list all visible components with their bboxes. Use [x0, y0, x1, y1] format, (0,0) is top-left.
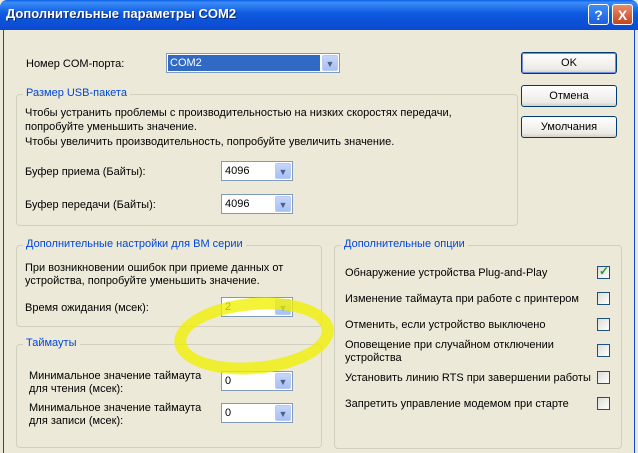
usb-desc-line3: Чтобы увеличить производительность, попр…: [25, 136, 395, 148]
tx-buffer-label: Буфер передачи (Байты):: [25, 199, 156, 211]
chevron-down-icon[interactable]: ▼: [275, 373, 291, 389]
option-surprise-removal-label-2: устройства: [345, 352, 402, 364]
option-surprise-removal-checkbox[interactable]: [597, 344, 610, 357]
help-button[interactable]: ?: [588, 4, 609, 25]
write-timeout-label-2: для записи (мсек):: [29, 415, 124, 427]
option-cancel-off-label: Отменить, если устройство выключено: [345, 319, 546, 331]
usb-packet-group: Размер USB-пакета Чтобы устранить пробле…: [16, 87, 518, 226]
usb-desc-line2: попробуйте уменьшить значение.: [25, 121, 197, 133]
rx-buffer-select[interactable]: 4096 ▼: [221, 161, 293, 181]
cancel-button[interactable]: Отмена: [521, 85, 617, 107]
option-rts-label: Установить линию RTS при завершении рабо…: [345, 372, 591, 384]
dialog-body: Номер COM-порта: COM2 ▼ OK Отмена Умолча…: [3, 30, 635, 453]
chevron-down-icon[interactable]: ▼: [275, 405, 291, 421]
rx-buffer-label: Буфер приема (Байты):: [25, 166, 146, 178]
latency-select[interactable]: 2 ▼: [221, 297, 293, 317]
read-timeout-label-1: Минимальное значение таймаута: [29, 370, 202, 382]
chevron-down-icon[interactable]: ▼: [322, 55, 338, 71]
extra-options-group: Дополнительные опции Обнаружение устройс…: [334, 238, 622, 449]
ok-button[interactable]: OK: [521, 52, 617, 74]
tx-buffer-select[interactable]: 4096 ▼: [221, 194, 293, 214]
tx-buffer-value: 4096: [225, 198, 250, 210]
read-timeout-select[interactable]: 0 ▼: [221, 371, 293, 391]
chevron-down-icon[interactable]: ▼: [275, 196, 291, 212]
option-printer-timeout-label: Изменение таймаута при работе с принтеро…: [345, 293, 579, 305]
option-pnp-checkbox[interactable]: [597, 264, 610, 279]
option-modem-control-checkbox[interactable]: [597, 397, 610, 410]
write-timeout-label-1: Минимальное значение таймаута: [29, 402, 202, 414]
write-timeout-value: 0: [225, 407, 232, 419]
com-port-select[interactable]: COM2 ▼: [166, 53, 340, 73]
option-pnp-label: Обнаружение устройства Plug-and-Play: [345, 267, 548, 279]
timeouts-group: Таймауты Минимальное значение таймаута д…: [16, 337, 322, 448]
read-timeout-label-2: для чтения (мсек):: [29, 383, 124, 395]
title-bar[interactable]: Дополнительные параметры COM2 ? X: [0, 0, 638, 30]
chevron-down-icon[interactable]: ▼: [275, 299, 291, 315]
close-button[interactable]: X: [612, 4, 633, 25]
latency-label: Время ожидания (мсек):: [25, 302, 149, 314]
com-port-value: COM2: [168, 55, 320, 71]
timeouts-legend: Таймауты: [23, 337, 80, 349]
rx-buffer-value: 4096: [225, 165, 250, 177]
usb-desc-line1: Чтобы устранить проблемы с производитель…: [25, 107, 452, 119]
bm-settings-group: Дополнительные настройки для BM серии Пр…: [16, 238, 322, 327]
bm-desc-line2: устройства, попробуйте уменьшить значени…: [25, 275, 260, 287]
bm-settings-legend: Дополнительные настройки для BM серии: [23, 238, 246, 250]
write-timeout-select[interactable]: 0 ▼: [221, 403, 293, 423]
bm-desc-line1: При возникновении ошибок при приеме данн…: [25, 262, 284, 274]
option-cancel-off-checkbox[interactable]: [597, 318, 610, 331]
option-modem-control-label: Запретить управление модемом при старте: [345, 398, 569, 410]
defaults-button[interactable]: Умолчания: [521, 116, 617, 138]
read-timeout-value: 0: [225, 375, 232, 387]
com-port-label: Номер COM-порта:: [26, 58, 125, 70]
option-surprise-removal-label-1: Оповещение при случайном отключении: [345, 339, 554, 351]
option-rts-checkbox[interactable]: [597, 371, 610, 384]
usb-packet-legend: Размер USB-пакета: [23, 87, 130, 99]
window-title: Дополнительные параметры COM2: [6, 6, 237, 21]
option-printer-timeout-checkbox[interactable]: [597, 292, 610, 305]
latency-value: 2: [225, 301, 232, 313]
extra-options-legend: Дополнительные опции: [341, 238, 468, 250]
chevron-down-icon[interactable]: ▼: [275, 163, 291, 179]
